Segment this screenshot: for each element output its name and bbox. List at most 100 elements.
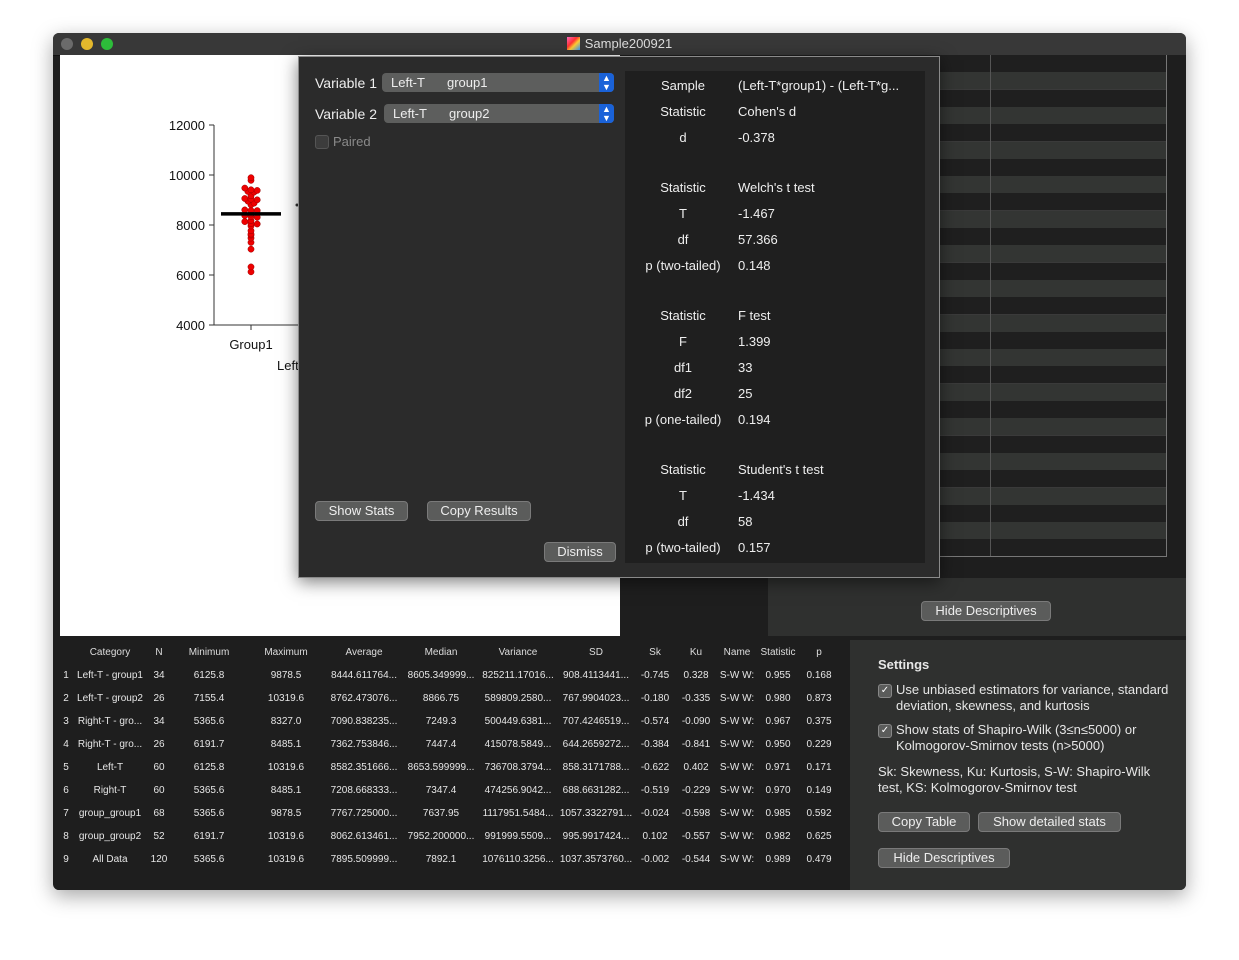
cell-maximum: 8485.1: [270, 785, 302, 796]
cell-median: 8866.75: [422, 693, 460, 704]
cell-test-name: S-W W:: [719, 739, 755, 750]
column-header-test-name[interactable]: Name: [724, 647, 751, 658]
cell-median: 7892.1: [425, 854, 457, 865]
copy-table-button[interactable]: Copy Table: [878, 812, 970, 832]
cell-statistic: 0.967: [765, 716, 791, 727]
checkmark-icon: ✓: [880, 685, 890, 696]
table-row[interactable]: 2 Left-T - group2 26 7155.4 10319.6 8762.4730…: [55, 693, 850, 709]
normality-test-checkbox[interactable]: ✓: [878, 724, 892, 738]
result-key: df1: [673, 360, 693, 375]
cell-row-number: 1: [63, 670, 69, 681]
variable1-select[interactable]: Left-T group1 ▲ ▼: [382, 73, 614, 92]
cell-n: 68: [153, 808, 165, 819]
cell-minimum: 6125.8: [193, 762, 225, 773]
cell-n: 60: [153, 785, 165, 796]
result-value: (Left-T*group1) - (Left-T*g...: [738, 78, 900, 93]
column-header-median[interactable]: Median: [425, 647, 458, 658]
cell-n: 34: [153, 716, 165, 727]
cell-sd: 688.6631282...: [562, 785, 630, 796]
cell-skewness: -0.002: [640, 854, 670, 865]
variable1-column: Left-T: [391, 75, 425, 90]
panel-gap: [620, 578, 768, 636]
cell-test-name: S-W W:: [719, 716, 755, 727]
result-key: T: [679, 488, 687, 503]
column-header-n[interactable]: N: [155, 647, 162, 658]
column-header-kurtosis[interactable]: Ku: [690, 647, 702, 658]
column-header-minimum[interactable]: Minimum: [189, 647, 230, 658]
cell-median: 7249.3: [425, 716, 457, 727]
abbreviation-legend: Sk: Skewness, Ku: Kurtosis, S-W: Shapiro…: [878, 764, 1151, 795]
table-row[interactable]: 9 All Data 120 5365.6 10319.6 7895.509999... 7…: [55, 854, 850, 870]
cell-median: 8605.349999...: [407, 670, 475, 681]
table-row[interactable]: 6 Right-T 60 5365.6 8485.1 7208.668333... 7347…: [55, 785, 850, 801]
result-key: p (two-tailed): [645, 258, 721, 273]
column-header-p-value[interactable]: p: [816, 647, 822, 658]
result-value: -1.467: [738, 206, 775, 221]
result-key: Statistic: [660, 308, 706, 323]
result-value: 57.366: [738, 232, 778, 247]
cell-maximum: 10319.6: [267, 854, 305, 865]
cell-median: 7637.95: [422, 808, 460, 819]
result-key: df2: [673, 386, 693, 401]
result-key: d: [679, 130, 687, 145]
table-row[interactable]: 8 group_group2 52 6191.7 10319.6 8062.613461.…: [55, 831, 850, 847]
cell-maximum: 8485.1: [270, 739, 302, 750]
cell-maximum: 9878.5: [270, 808, 302, 819]
cell-skewness: -0.384: [640, 739, 670, 750]
chevron-updown-icon: ▲ ▼: [599, 73, 614, 92]
results-panel: Sample (Left-T*group1) - (Left-T*g... Stat…: [625, 71, 925, 563]
result-value: 0.194: [738, 412, 771, 427]
result-key: p (two-tailed): [645, 540, 721, 555]
y-tick-label: 10000: [169, 168, 205, 183]
cell-p-value: 0.375: [806, 716, 832, 727]
column-header-maximum[interactable]: Maximum: [264, 647, 307, 658]
hide-descriptives-button-top[interactable]: Hide Descriptives: [921, 601, 1051, 621]
column-header-category[interactable]: Category: [90, 647, 131, 658]
result-key: Statistic: [660, 180, 706, 195]
show-detailed-stats-button[interactable]: Show detailed stats: [978, 812, 1121, 832]
unbiased-checkbox[interactable]: ✓: [878, 684, 892, 698]
paired-checkbox[interactable]: [315, 135, 329, 149]
cell-statistic: 0.970: [765, 785, 791, 796]
y-tick-label: 8000: [176, 218, 205, 233]
table-row[interactable]: 4 Right-T - gro... 26 6191.7 8485.1 7362.7538…: [55, 739, 850, 755]
column-header-skewness[interactable]: Sk: [649, 647, 661, 658]
table-row[interactable]: 5 Left-T 60 6125.8 10319.6 8582.351666... 8653…: [55, 762, 850, 778]
column-header-sd[interactable]: SD: [589, 647, 603, 658]
cell-median: 8653.599999...: [407, 762, 475, 773]
column-header-average[interactable]: Average: [345, 647, 382, 658]
table-row[interactable]: 3 Right-T - gro... 34 5365.6 8327.0 7090.8382…: [55, 716, 850, 732]
data-point: [247, 174, 255, 182]
cell-sd: 707.4246519...: [562, 716, 630, 727]
show-stats-button[interactable]: Show Stats: [315, 501, 408, 521]
settings-title: Settings: [878, 657, 930, 672]
data-point: [241, 206, 249, 214]
table-row[interactable]: 1 Left-T - group1 34 6125.8 9878.5 8444.61176…: [55, 670, 850, 686]
result-value: -0.378: [738, 130, 775, 145]
column-header-statistic[interactable]: Statistic: [760, 647, 795, 658]
cell-row-number: 3: [63, 716, 69, 727]
cell-test-name: S-W W:: [719, 808, 755, 819]
cell-category: Right-T - gro...: [77, 716, 143, 727]
dismiss-button[interactable]: Dismiss: [544, 542, 616, 562]
column-header-variance[interactable]: Variance: [499, 647, 538, 658]
result-value: 1.399: [738, 334, 771, 349]
cell-category: Left-T - group2: [77, 693, 143, 704]
cell-row-number: 6: [63, 785, 69, 796]
copy-results-button[interactable]: Copy Results: [427, 501, 531, 521]
data-point: [253, 196, 261, 204]
cell-skewness: -0.574: [640, 716, 670, 727]
cell-minimum: 6125.8: [193, 670, 225, 681]
cell-maximum: 10319.6: [267, 831, 305, 842]
variable2-select[interactable]: Left-T group2 ▲ ▼: [384, 104, 614, 123]
variable2-group: group2: [449, 106, 490, 121]
cell-category: Left-T - group1: [77, 670, 143, 681]
table-row[interactable]: 7 group_group1 68 5365.6 9878.5 7767.725000..…: [55, 808, 850, 824]
result-value: -1.434: [738, 488, 775, 503]
cell-variance: 736708.3794...: [484, 762, 552, 773]
cell-sd: 1037.3573760...: [559, 854, 633, 865]
result-key: Statistic: [660, 104, 706, 119]
cell-maximum: 10319.6: [267, 762, 305, 773]
hide-descriptives-button[interactable]: Hide Descriptives: [878, 848, 1010, 868]
cell-skewness: -0.180: [640, 693, 670, 704]
